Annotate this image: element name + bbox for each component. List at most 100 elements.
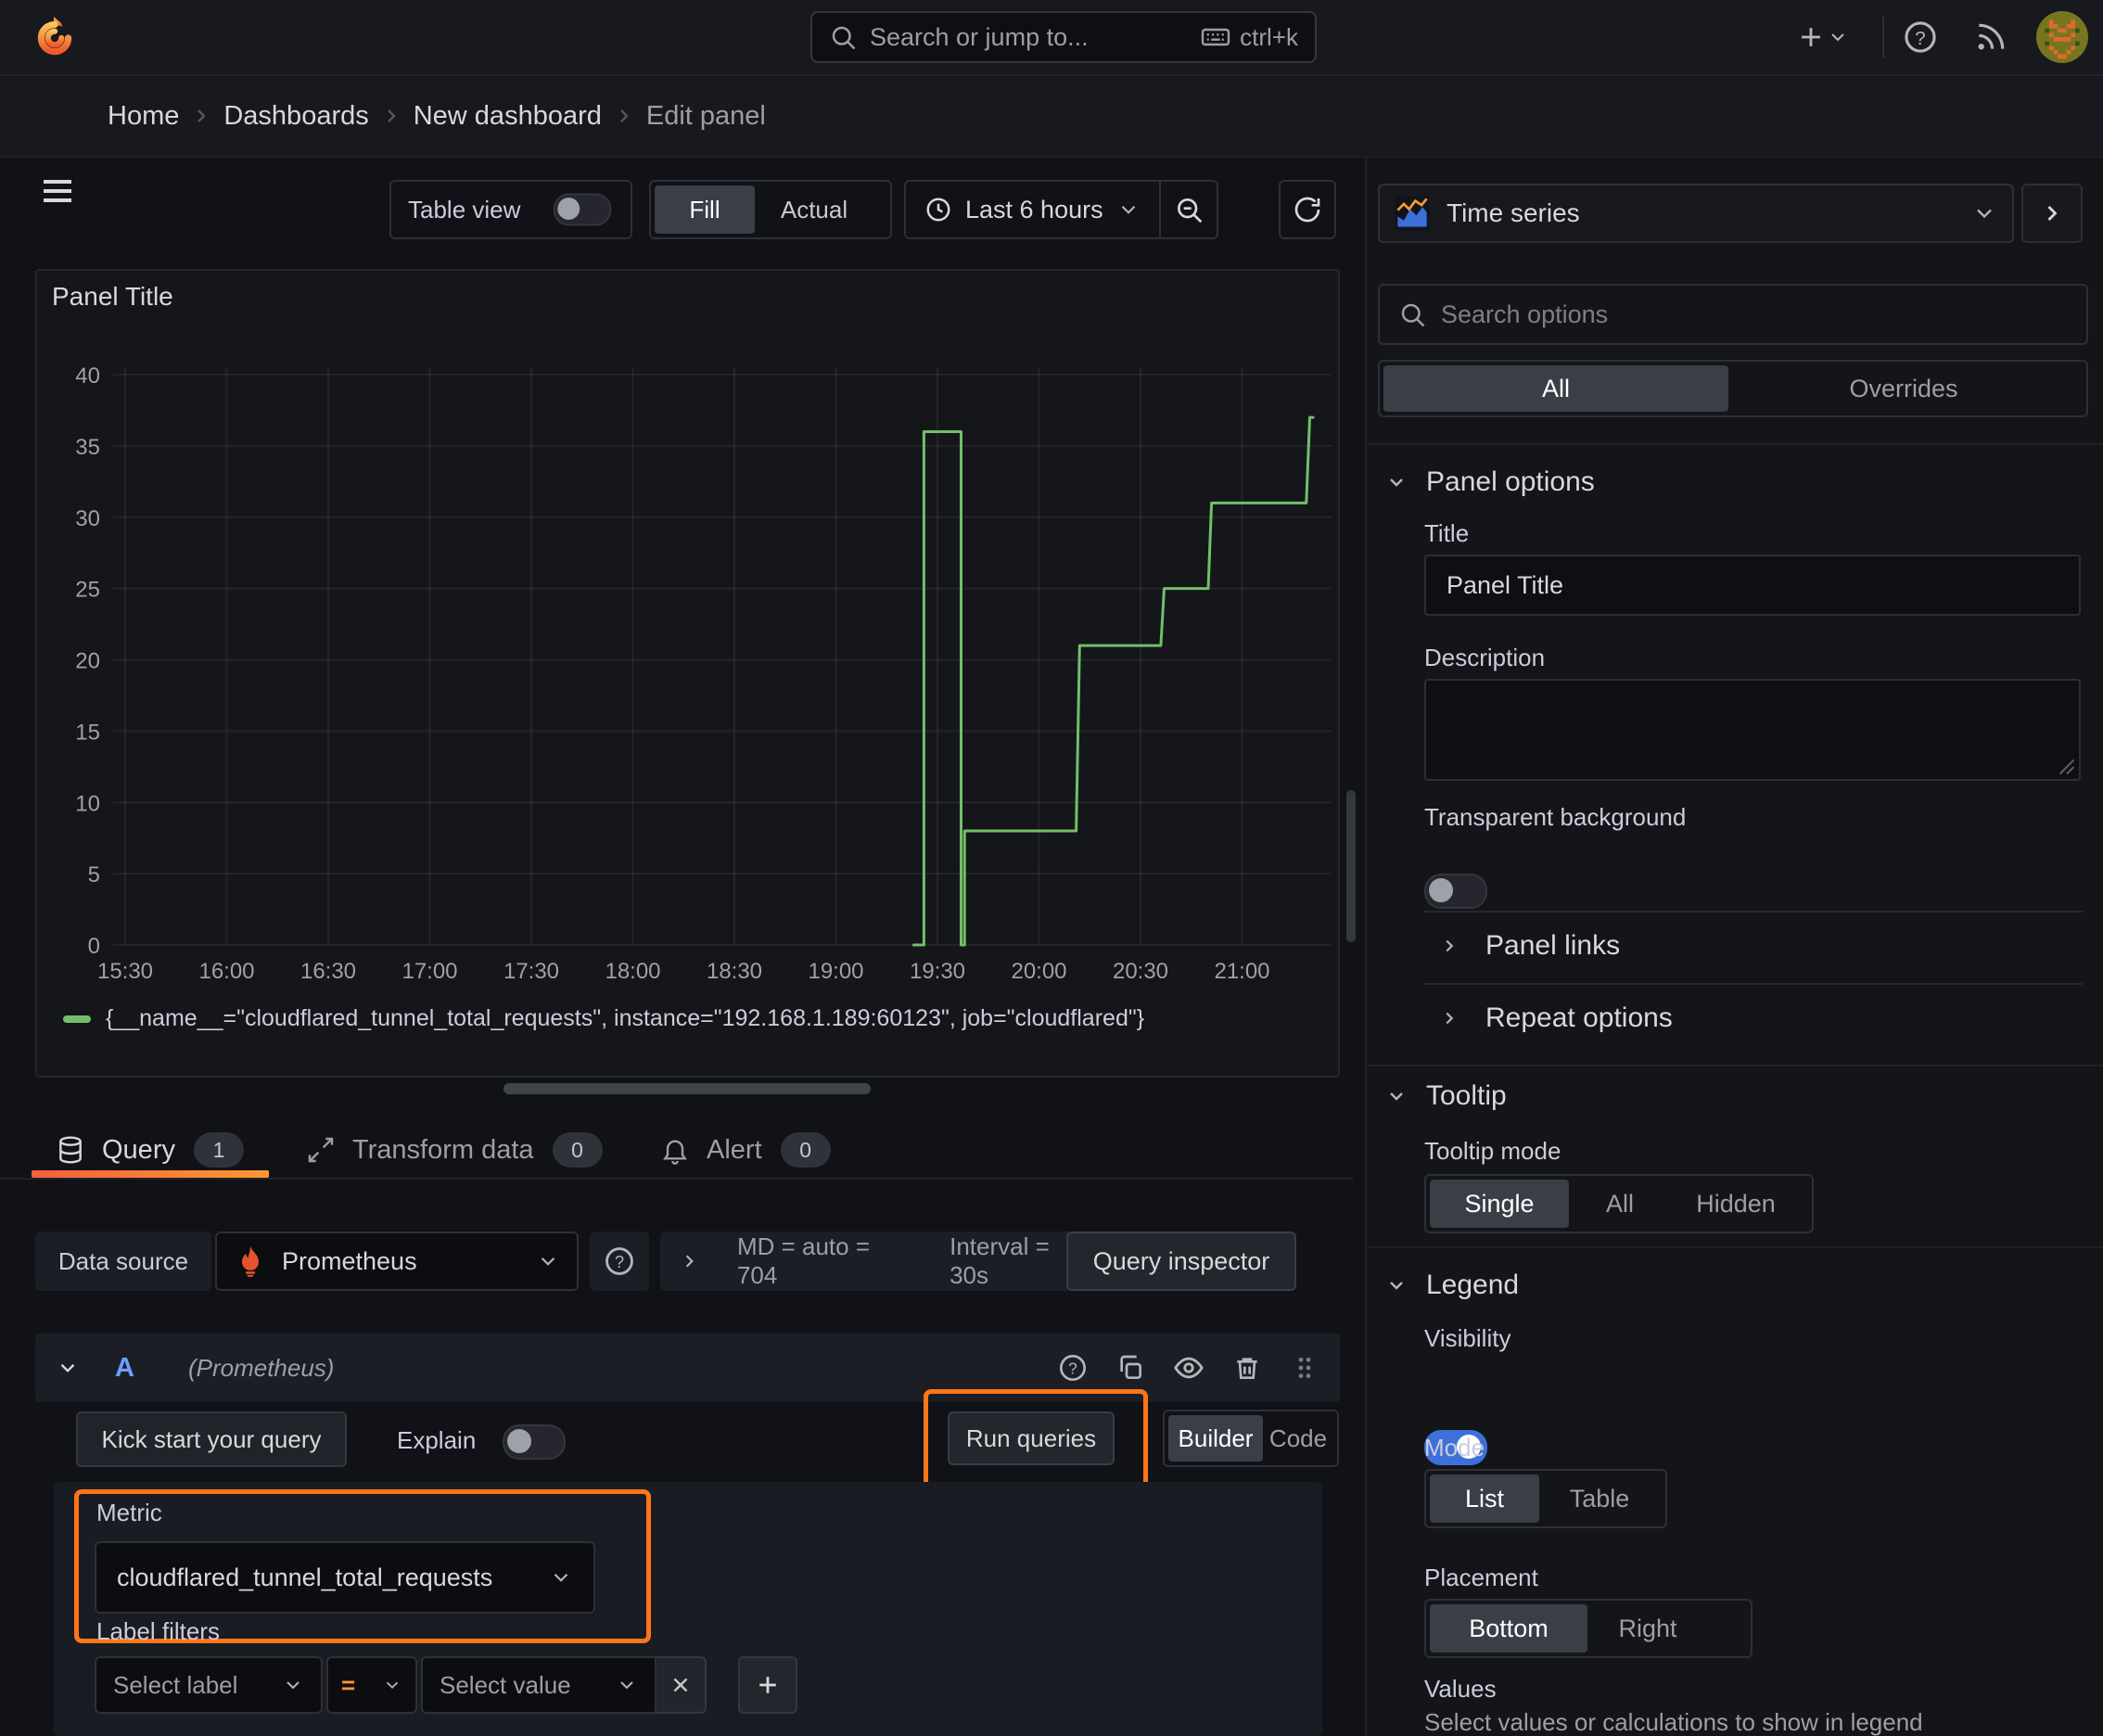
new-menu-button[interactable]: [1795, 20, 1849, 54]
panel-resize-handle[interactable]: [503, 1083, 871, 1094]
tab-overrides[interactable]: Overrides: [1728, 365, 2079, 412]
question-circle-icon: ?: [605, 1247, 633, 1275]
x-axis-tick-label: 20:30: [1113, 959, 1168, 984]
prometheus-icon: [242, 1245, 259, 1277]
legend-mode-table[interactable]: Table: [1539, 1474, 1660, 1523]
code-option[interactable]: Code: [1263, 1415, 1333, 1462]
tooltip-header[interactable]: Tooltip: [1385, 1078, 1507, 1115]
legend-mode-segmented: List Table: [1424, 1469, 1667, 1528]
fill-option[interactable]: Fill: [655, 185, 755, 234]
explain-toggle[interactable]: [503, 1424, 566, 1460]
legend-placement-bottom[interactable]: Bottom: [1430, 1604, 1587, 1653]
search-icon: [832, 26, 856, 50]
tooltip-mode-all[interactable]: All: [1569, 1180, 1671, 1228]
tab-query[interactable]: Query 1: [56, 1126, 244, 1174]
tab-all[interactable]: All: [1383, 365, 1728, 412]
transparent-background-toggle[interactable]: [1424, 874, 1487, 909]
query-options-row[interactable]: MD = auto = 704 Interval = 30s: [660, 1232, 1107, 1291]
breadcrumb-current: Edit panel: [645, 100, 766, 131]
description-textarea[interactable]: [1424, 679, 2081, 781]
help-icon[interactable]: ?: [1058, 1353, 1088, 1383]
tooltip-mode-single[interactable]: Single: [1430, 1180, 1569, 1228]
chevron-down-icon: [554, 1573, 568, 1582]
legend-values-hint: Select values or calculations to show in…: [1424, 1708, 1923, 1736]
transparent-background-label: Transparent background: [1424, 803, 1687, 831]
trash-icon[interactable]: [1232, 1353, 1262, 1383]
tab-alert-label: Alert: [707, 1134, 762, 1165]
tab-alert[interactable]: Alert 0: [660, 1126, 831, 1174]
datasource-help-button[interactable]: ?: [590, 1232, 649, 1291]
help-button[interactable]: ?: [1903, 19, 1938, 55]
resize-handle-icon[interactable]: [2058, 759, 2075, 775]
tab-transform[interactable]: Transform data 0: [306, 1126, 603, 1174]
breadcrumb-dashboards[interactable]: Dashboards: [223, 101, 368, 132]
topbar-divider: [1882, 17, 1884, 57]
global-search-input[interactable]: Search or jump to... ctrl+k: [810, 11, 1317, 63]
x-axis-tick-label: 21:00: [1214, 959, 1269, 984]
breadcrumb-home[interactable]: Home: [108, 101, 179, 132]
zoom-out-icon: [1177, 198, 1202, 223]
zoom-out-button[interactable]: [1160, 180, 1218, 239]
drag-handle-icon[interactable]: [1290, 1353, 1319, 1383]
eye-icon[interactable]: [1173, 1352, 1204, 1384]
tooltip-mode-hidden[interactable]: Hidden: [1671, 1180, 1801, 1228]
visualization-picker[interactable]: Time series: [1378, 184, 2014, 243]
run-queries-button[interactable]: Run queries: [948, 1411, 1115, 1465]
remove-filter-button[interactable]: [656, 1656, 707, 1714]
legend-title: Legend: [1426, 1270, 1520, 1300]
chevron-down-icon: [541, 1257, 555, 1266]
search-placeholder: Search or jump to...: [870, 22, 1089, 51]
legend-header[interactable]: Legend: [1385, 1267, 1519, 1304]
title-input[interactable]: Panel Title: [1424, 555, 2081, 616]
metric-dropdown[interactable]: cloudflared_tunnel_total_requests: [95, 1541, 595, 1614]
avatar[interactable]: [2036, 11, 2088, 63]
grafana-logo-icon[interactable]: [32, 14, 78, 60]
legend-right-label: Right: [1618, 1614, 1677, 1642]
datasource-picker[interactable]: Prometheus: [215, 1232, 579, 1291]
breadcrumb-new-dashboard[interactable]: New dashboard: [414, 101, 602, 132]
builder-option[interactable]: Builder: [1168, 1415, 1263, 1462]
search-shortcut: ctrl+k: [1240, 22, 1298, 51]
legend-placement-right[interactable]: Right: [1587, 1604, 1708, 1653]
time-series-chart[interactable]: 0 5 10 15 20 25 30 35 40 15:30 16:00 16:30 17:00 17:3…: [37, 271, 1338, 1076]
add-filter-button[interactable]: [738, 1656, 797, 1714]
kick-start-button[interactable]: Kick start your query: [76, 1411, 347, 1467]
operator-dropdown[interactable]: =: [326, 1656, 417, 1714]
actual-option[interactable]: Actual: [755, 185, 873, 234]
metric-label: Metric: [96, 1499, 162, 1526]
visualization-name: Time series: [1447, 198, 1580, 227]
query-options-md: MD = auto = 704: [736, 1232, 871, 1289]
chevron-right-icon: [1446, 939, 1454, 952]
y-axis-tick-label: 0: [88, 934, 100, 959]
chevron-down-icon: [60, 1363, 75, 1372]
search-options-input[interactable]: Search options: [1378, 284, 2088, 345]
tab-active-indicator: [32, 1170, 269, 1178]
news-button[interactable]: [1973, 19, 2008, 55]
database-icon: [59, 1136, 82, 1164]
panel-links-header[interactable]: Panel links: [1439, 927, 1620, 964]
time-range-picker[interactable]: Last 6 hours: [904, 180, 1161, 239]
select-label-dropdown[interactable]: Select label: [95, 1656, 323, 1714]
y-axis-tick-label: 10: [75, 791, 100, 816]
hamburger-icon: [44, 180, 71, 202]
plus-icon: [759, 1677, 776, 1693]
vertical-scrollbar[interactable]: [1346, 790, 1356, 942]
duplicate-icon[interactable]: [1115, 1353, 1145, 1383]
collapse-options-button[interactable]: [2021, 184, 2083, 243]
hamburger-menu-button[interactable]: [39, 172, 76, 210]
panel-options-header[interactable]: Panel options: [1385, 464, 1595, 501]
chevron-down-icon: [1121, 205, 1135, 214]
repeat-options-header[interactable]: Repeat options: [1439, 1000, 1673, 1037]
legend-visibility-label: Visibility: [1424, 1324, 1511, 1352]
rss-icon: [1978, 23, 2005, 50]
chart-panel: Panel Title 0 5 10 15 20 25 30 35 40 15:30 16:00 16…: [35, 269, 1340, 1078]
table-view-toggle[interactable]: [553, 193, 612, 226]
chart-legend[interactable]: {__name__="cloudflared_tunnel_total_requ…: [63, 1005, 1144, 1032]
refresh-button[interactable]: [1279, 180, 1336, 239]
select-value-dropdown[interactable]: Select value: [421, 1656, 656, 1714]
query-inspector-button[interactable]: Query inspector: [1066, 1232, 1296, 1291]
y-axis-tick-label: 25: [75, 578, 100, 603]
series-line[interactable]: [911, 415, 1315, 947]
sidebar-divider: [1367, 1065, 2103, 1066]
legend-mode-list[interactable]: List: [1430, 1474, 1539, 1523]
